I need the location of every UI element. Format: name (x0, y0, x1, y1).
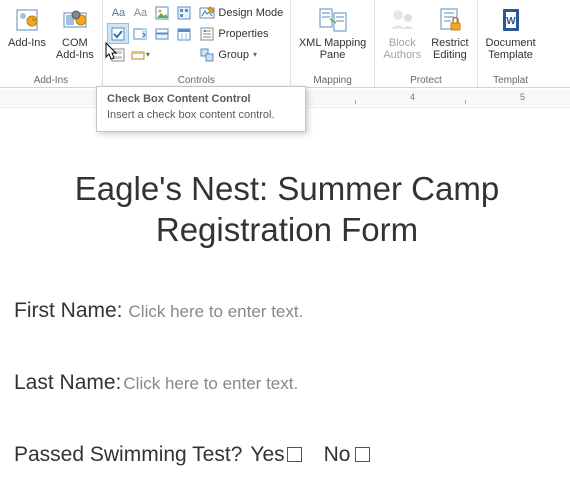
first-name-row[interactable]: First Name: Click here to enter text. (14, 299, 560, 323)
group-label-mapping: Mapping (295, 73, 370, 87)
com-addins-label: COM Add-Ins (56, 37, 94, 61)
last-name-input[interactable]: Click here to enter text. (123, 374, 298, 394)
xml-mapping-button[interactable]: XML Mapping Pane (295, 2, 370, 63)
design-mode-button[interactable]: Design Mode (197, 2, 285, 23)
ruler-mark: 5 (520, 92, 525, 102)
no-checkbox[interactable] (355, 447, 370, 462)
first-name-label: First Name: (14, 299, 123, 323)
document-template-button[interactable]: W Document Template (482, 2, 540, 63)
document-template-icon: W (495, 4, 527, 36)
chevron-down-icon: ▾ (253, 50, 257, 59)
rich-text-control-button[interactable]: Aa (107, 2, 129, 23)
tooltip: Check Box Content Control Insert a check… (96, 86, 306, 132)
xml-mapping-label: XML Mapping Pane (299, 37, 366, 61)
last-name-row[interactable]: Last Name: Click here to enter text. (14, 371, 560, 395)
properties-button[interactable]: Properties (197, 23, 285, 44)
group-label-controls: Controls (107, 73, 286, 87)
com-addins-button[interactable]: COM Add-Ins (52, 2, 98, 63)
design-mode-icon (199, 5, 215, 21)
group-btn-label: Group (218, 49, 249, 61)
group-templates: W Document Template Templat (478, 0, 544, 87)
tooltip-body: Insert a check box content control. (107, 109, 295, 121)
legacy-tools-button[interactable]: ▾ (129, 44, 151, 65)
group-label-protect: Protect (379, 73, 472, 87)
no-label: No (324, 443, 351, 467)
swim-test-row[interactable]: Passed Swimming Test? Yes No (14, 443, 560, 467)
picture-control-button[interactable] (151, 2, 173, 23)
group-label-templates: Templat (482, 73, 540, 87)
dropdown-list-control-button[interactable] (151, 23, 173, 44)
restrict-editing-icon (434, 4, 466, 36)
com-addins-icon (59, 4, 91, 36)
ruler-mark: 4 (410, 92, 415, 102)
group-icon (199, 47, 215, 63)
properties-icon (199, 26, 215, 42)
group-protect: Block Authors Restrict Editing Protect (375, 0, 477, 87)
restrict-editing-label: Restrict Editing (431, 37, 468, 61)
addins-button[interactable]: Add-Ins (4, 2, 50, 51)
group-label-addins: Add-Ins (4, 73, 98, 87)
document-template-label: Document Template (486, 37, 536, 61)
xml-mapping-icon (317, 4, 349, 36)
properties-label: Properties (218, 28, 268, 40)
first-name-input[interactable]: Click here to enter text. (129, 302, 304, 322)
swim-label: Passed Swimming Test? (14, 443, 242, 467)
repeating-section-control-button[interactable] (107, 44, 129, 65)
doc-title[interactable]: Eagle's Nest: Summer Camp Registration F… (14, 168, 560, 251)
design-mode-label: Design Mode (218, 7, 283, 19)
addins-icon (11, 4, 43, 36)
checkbox-control-button[interactable] (107, 23, 129, 44)
group-button[interactable]: Group ▾ (197, 44, 285, 65)
block-authors-button[interactable]: Block Authors (379, 2, 425, 63)
group-mapping: XML Mapping Pane Mapping (291, 0, 375, 87)
block-authors-icon (386, 4, 418, 36)
yes-checkbox[interactable] (287, 447, 302, 462)
last-name-label: Last Name: (14, 371, 121, 395)
date-picker-control-button[interactable] (173, 23, 195, 44)
group-addins: Add-Ins COM Add-Ins Add-Ins (0, 0, 103, 87)
controls-grid: Aa Aa ▾ (107, 2, 195, 65)
building-block-control-button[interactable] (173, 2, 195, 23)
yes-label: Yes (250, 443, 284, 467)
chevron-down-icon: ▾ (146, 50, 150, 59)
restrict-editing-button[interactable]: Restrict Editing (427, 2, 472, 63)
svg-text:W: W (506, 16, 516, 27)
addins-label: Add-Ins (8, 37, 46, 49)
document-body: Eagle's Nest: Summer Camp Registration F… (0, 108, 570, 467)
block-authors-label: Block Authors (383, 37, 421, 61)
tooltip-title: Check Box Content Control (107, 93, 295, 105)
group-controls: Aa Aa ▾ Design Mode Properties (103, 0, 291, 87)
plain-text-control-button[interactable]: Aa (129, 2, 151, 23)
combo-box-control-button[interactable] (129, 23, 151, 44)
